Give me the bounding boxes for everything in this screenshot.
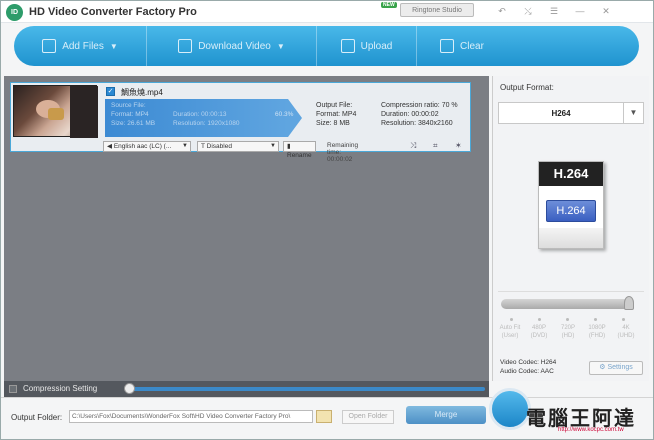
chevron-down-icon[interactable]: ▼ [110,42,118,51]
download-video-label: Download Video [198,40,271,52]
watermark: 電腦王阿達 http://www.kocpc.com.tw [526,402,652,438]
format-card-title: H.264 [539,162,603,186]
quality-level[interactable]: Auto Fit (User) [498,324,522,340]
quality-slider-track[interactable] [501,299,629,309]
progress-percent: 60.3% [275,111,294,118]
subtitle-icon: T [201,143,205,150]
format-preview-card[interactable]: H.264 H.264 [538,161,604,249]
app-window: ID HD Video Converter Factory Pro NEW Ri… [0,0,654,440]
output-size: Size: 8 MB [316,120,350,127]
output-format-label: Output Format: [500,83,554,92]
audio-track-value: English aac (LC) (... [113,143,172,150]
video-thumbnail[interactable] [13,85,98,138]
source-label: Source File: [111,102,146,109]
subtitle-value: Disabled [206,143,232,150]
share-icon[interactable]: ⤯ [515,4,541,18]
speaker-icon: ◀ [107,143,112,150]
merge-button[interactable]: Merge [406,406,486,424]
chevron-down-icon[interactable]: ▼ [623,103,643,123]
add-files-button[interactable]: Add Files ▼ [14,26,147,66]
quality-slider-handle[interactable] [624,296,634,310]
rename-icon: ▮ [287,143,291,150]
output-format-panel: Output Format: H264 ▼ H.264 H.264 Auto F… [492,76,649,381]
main-toolbar: Add Files ▼ Download Video ▼ Upload Clea… [14,26,639,66]
compression-checkbox[interactable] [9,385,17,393]
run-button[interactable] [489,388,531,430]
compression-slider-track[interactable] [130,387,485,391]
add-file-icon [42,39,57,53]
quality-level[interactable]: 1080P (FHD) [585,324,609,340]
settings-label: Settings [607,364,633,371]
upload-label: Upload [360,40,393,52]
rename-button[interactable]: ▮ Rename [283,141,316,159]
task-list: ✓ 鯛魚燒.mp4 Source File: Format: MP4 Durat… [4,76,489,381]
output-duration: Duration: 00:00:02 [381,111,439,118]
app-title: HD Video Converter Factory Pro [29,6,197,18]
source-resolution: Resolution: 1920x1080 [173,120,240,127]
task-checkbox[interactable]: ✓ [106,87,115,96]
app-logo-icon: ID [6,4,23,21]
rename-label: Rename [287,152,312,159]
menu-icon[interactable]: ☰ [541,4,567,18]
output-format: Format: MP4 [316,111,357,118]
settings-button[interactable]: ⚙ Settings [589,361,643,375]
undo-icon[interactable]: ↶ [489,4,515,18]
output-label: Output File: [316,102,353,109]
watermark-url: http://www.kocpc.com.tw [558,427,624,433]
compression-bar: Compression Setting [4,381,489,397]
upload-button[interactable]: Upload [317,26,417,66]
format-card-tile: H.264 [546,200,596,222]
remaining-time: Remaining time: 00:00:02 [327,142,359,163]
output-format-value: H264 [551,109,571,118]
gear-icon: ⚙ [599,364,606,371]
merge-icon[interactable]: ⤨ [410,141,416,151]
folder-icon[interactable] [316,410,332,423]
quality-levels: Auto Fit (User) 480P (DVD) 720P (HD) 1080P(… [498,324,638,340]
title-bar: ID HD Video Converter Factory Pro NEW Ri… [1,1,653,23]
chevron-down-icon[interactable]: ▼ [277,42,285,51]
minimize-button[interactable]: — [567,4,593,18]
compression-slider-handle[interactable] [124,383,135,394]
audio-track-select[interactable]: ◀ English aac (LC) (... ▼ [103,141,191,152]
chevron-down-icon: ▼ [182,143,188,149]
quality-level[interactable]: 480P (DVD) [527,324,551,340]
output-resolution: Resolution: 3840x2160 [381,120,453,127]
subtitle-select[interactable]: T Disabled ▼ [197,141,279,152]
chevron-down-icon: ▼ [270,143,276,149]
video-codec: Video Codec: H264 [500,359,557,366]
quality-level[interactable]: 720P (HD) [556,324,580,340]
clear-button[interactable]: Clear [417,26,507,66]
clear-label: Clear [460,40,484,52]
task-filename: 鯛魚燒.mp4 [121,88,163,97]
output-format-select[interactable]: H264 ▼ [498,102,644,124]
output-folder-label: Output Folder: [11,413,63,422]
source-size: Size: 26.61 MB [111,120,156,127]
compression-label: Compression Setting [23,384,98,393]
crop-icon[interactable]: ⌗ [433,141,438,151]
ringtone-studio-button[interactable]: Ringtone Studio [400,3,474,17]
window-controls: ↶ ⤯ ☰ — ✕ [489,4,619,18]
output-compression: Compression ratio: 70 % [381,102,458,109]
quality-slider[interactable]: Auto Fit (User) 480P (DVD) 720P (HD) 1080P(… [498,291,644,351]
open-folder-button[interactable]: Open Folder [342,410,394,424]
output-folder-field[interactable]: C:\Users\Fox\Documents\WonderFox Soft\HD… [69,410,313,423]
effects-icon[interactable]: ✶ [455,141,462,150]
new-badge: NEW [381,2,397,8]
progress-arrow-icon [288,99,302,137]
download-icon [178,39,193,53]
upload-icon [340,39,355,53]
task-item[interactable]: ✓ 鯛魚燒.mp4 Source File: Format: MP4 Durat… [10,82,471,163]
download-video-button[interactable]: Download Video ▼ [147,26,317,66]
add-files-label: Add Files [62,40,104,52]
bottom-bar: Output Folder: C:\Users\Fox\Documents\Wo… [1,388,653,439]
close-button[interactable]: ✕ [593,4,619,18]
trash-icon [440,39,455,53]
audio-codec: Audio Codec: AAC [500,368,554,375]
quality-level[interactable]: 4K (UHD) [614,324,638,340]
source-duration: Duration: 00:00:13 [173,111,227,118]
source-format: Format: MP4 [111,111,149,118]
